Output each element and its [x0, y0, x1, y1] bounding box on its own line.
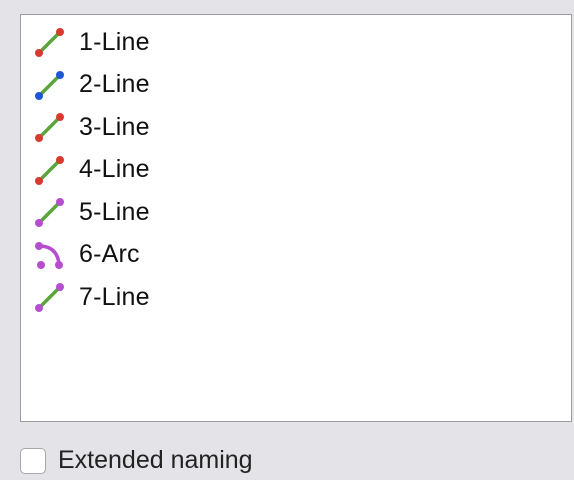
arc-icon	[35, 241, 63, 269]
entity-list[interactable]: 1-Line 2-Line 3-Line 4-Line 5-Line 6-Arc	[20, 14, 572, 422]
list-item[interactable]: 3-Line	[21, 106, 571, 149]
list-item-label: 3-Line	[79, 112, 150, 141]
list-item[interactable]: 1-Line	[21, 21, 571, 64]
list-item-label: 7-Line	[79, 282, 150, 311]
line-icon	[35, 198, 64, 228]
line-icon	[35, 283, 64, 313]
line-icon	[35, 113, 64, 143]
extended-naming-row[interactable]: Extended naming	[20, 446, 253, 475]
line-icon	[35, 70, 64, 100]
extended-naming-label[interactable]: Extended naming	[58, 446, 253, 475]
line-icon	[35, 155, 64, 185]
list-item[interactable]: 4-Line	[21, 149, 571, 192]
list-item-label: 1-Line	[79, 27, 150, 56]
list-item-label: 6-Arc	[79, 240, 140, 269]
list-item[interactable]: 5-Line	[21, 191, 571, 234]
list-item[interactable]: 6-Arc	[21, 234, 571, 277]
entity-list-items: 1-Line 2-Line 3-Line 4-Line 5-Line 6-Arc	[21, 15, 571, 319]
list-item-label: 5-Line	[79, 197, 150, 226]
list-item-label: 2-Line	[79, 70, 150, 99]
line-icon	[35, 28, 64, 58]
list-item[interactable]: 2-Line	[21, 64, 571, 107]
sketch-entities-panel: 1-Line 2-Line 3-Line 4-Line 5-Line 6-Arc	[0, 0, 574, 480]
list-item[interactable]: 7-Line	[21, 276, 571, 319]
list-item-label: 4-Line	[79, 155, 150, 184]
extended-naming-checkbox[interactable]	[20, 447, 46, 474]
